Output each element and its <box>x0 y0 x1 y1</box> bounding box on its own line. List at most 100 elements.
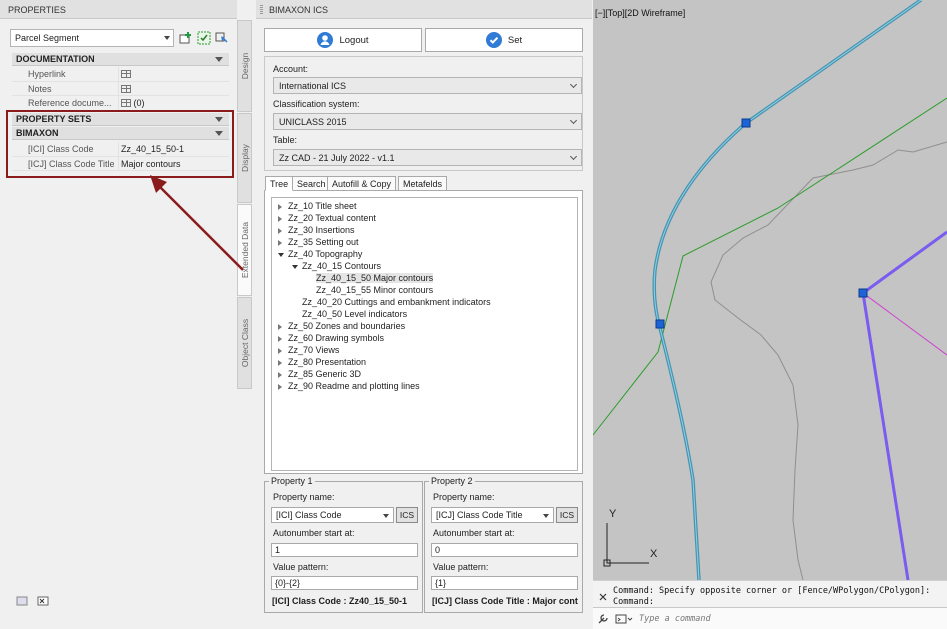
chevron-down-icon <box>569 80 578 89</box>
tree-item-selected[interactable]: Zz_40_15_50 Major contours <box>316 273 434 283</box>
property2-group: Property 2 Property name: [ICJ] Class Co… <box>424 476 583 613</box>
image-icon[interactable] <box>16 596 28 606</box>
ucs-icon <box>603 523 649 567</box>
expand-icon[interactable] <box>278 348 282 354</box>
expand-icon[interactable] <box>278 360 282 366</box>
expand-icon[interactable] <box>278 384 282 390</box>
property2-pattern-input[interactable]: {1} <box>431 576 578 590</box>
expand-icon[interactable] <box>278 216 282 222</box>
highlight-box <box>6 110 234 178</box>
chevron-down-icon <box>543 514 549 518</box>
bimaxon-panel: BIMAXON ICS Logout Set Account: Internat… <box>256 0 592 629</box>
property2-ics-button[interactable]: ICS <box>556 507 578 523</box>
magenta-line <box>862 292 947 356</box>
table-value: Zz CAD - 21 July 2022 - v1.1 <box>279 153 395 163</box>
property-row-notes[interactable]: Notes <box>12 81 229 96</box>
tab-search[interactable]: Search <box>292 176 331 191</box>
tab-object-class[interactable]: Object Class <box>237 297 252 389</box>
property-value <box>118 67 229 82</box>
documentation-section[interactable]: DOCUMENTATION <box>12 53 229 66</box>
property1-result: [ICI] Class Code : Zz40_15_50-1 <box>272 596 408 606</box>
tab-label: Design <box>239 52 250 80</box>
property1-name-value: [ICI] Class Code <box>276 510 342 520</box>
property-row-reference-documents[interactable]: Reference docume... (0) <box>12 96 229 111</box>
tree-item[interactable]: Zz_40_15 Contours <box>292 261 381 271</box>
collapse-icon <box>215 57 223 62</box>
property-name-label: Property name: <box>273 492 335 502</box>
tree-item[interactable]: Zz_90 Readme and plotting lines <box>278 381 420 391</box>
command-input-bar[interactable]: Type a command <box>593 607 947 629</box>
property2-result: [ICJ] Class Code Title : Major cont <box>432 596 578 606</box>
close-icon[interactable] <box>599 593 607 601</box>
tree-item[interactable]: Zz_30 Insertions <box>278 225 355 235</box>
tree-item[interactable]: Zz_70 Views <box>278 345 339 355</box>
tree-item[interactable]: Zz_35 Setting out <box>278 237 359 247</box>
select-objects-icon[interactable] <box>215 31 229 45</box>
property1-autonumber-input[interactable]: 1 <box>271 543 418 557</box>
add-selection-icon[interactable] <box>179 31 193 45</box>
expand-icon[interactable] <box>278 372 282 378</box>
viewport-controls-label[interactable]: [−][Top][2D Wireframe] <box>595 8 685 18</box>
table-dropdown[interactable]: Zz CAD - 21 July 2022 - v1.1 <box>273 149 582 166</box>
excel-icon[interactable] <box>37 596 49 606</box>
tab-autofill-copy[interactable]: Autofill & Copy <box>327 176 397 191</box>
reference-count: (0) <box>133 98 145 108</box>
collapse-icon[interactable] <box>292 265 298 269</box>
drawing-viewport[interactable]: [−][Top][2D Wireframe] Y X <box>593 0 947 580</box>
checkmark-icon <box>485 32 502 48</box>
grip-icon[interactable] <box>260 5 263 14</box>
tab-metafelds[interactable]: Metafelds <box>398 176 448 191</box>
tree-item[interactable]: Zz_50 Zones and boundaries <box>278 321 405 331</box>
object-type-value: Parcel Segment <box>15 33 80 43</box>
drawing-canvas[interactable] <box>593 0 947 580</box>
command-history-line: Command: <box>613 597 654 607</box>
tree-item[interactable]: Zz_20 Textual content <box>278 213 376 223</box>
account-dropdown[interactable]: International ICS <box>273 77 582 94</box>
command-prompt-icon[interactable] <box>615 614 633 624</box>
documentation-section-title: DOCUMENTATION <box>16 54 95 64</box>
logout-button[interactable]: Logout <box>264 28 422 52</box>
property-row-hyperlink[interactable]: Hyperlink <box>12 67 229 82</box>
customize-icon[interactable] <box>597 613 609 625</box>
tree-item[interactable]: Zz_60 Drawing symbols <box>278 333 384 343</box>
classification-dropdown[interactable]: UNICLASS 2015 <box>273 113 582 130</box>
ucs-x-label: X <box>650 548 658 560</box>
expand-icon[interactable] <box>278 204 282 210</box>
property1-ics-button[interactable]: ICS <box>396 507 418 523</box>
bimaxon-title-bar: BIMAXON ICS <box>256 0 592 19</box>
tree-item[interactable]: Zz_40_50 Level indicators <box>302 309 407 319</box>
quick-select-icon[interactable] <box>197 31 211 45</box>
tree-item[interactable]: Zz_85 Generic 3D <box>278 369 361 379</box>
object-type-dropdown[interactable]: Parcel Segment <box>10 29 174 47</box>
property2-name-dropdown[interactable]: [ICJ] Class Code Title <box>431 507 554 523</box>
property-name-label: Property name: <box>433 492 495 502</box>
tree-item[interactable]: Zz_40_20 Cuttings and embankment indicat… <box>302 297 491 307</box>
tree-item[interactable]: Zz_10 Title sheet <box>278 201 357 211</box>
expand-icon[interactable] <box>278 336 282 342</box>
purple-line <box>861 230 947 580</box>
property-key: Hyperlink <box>28 69 66 79</box>
grip-handle <box>858 288 868 298</box>
property1-pattern-input[interactable]: {0}-{2} <box>271 576 418 590</box>
chevron-down-icon <box>569 152 578 161</box>
set-button[interactable]: Set <box>425 28 583 52</box>
expand-icon[interactable] <box>278 324 282 330</box>
classification-tree[interactable]: Zz_10 Title sheet Zz_20 Textual content … <box>271 197 578 471</box>
command-input[interactable]: Type a command <box>639 614 711 624</box>
tab-design[interactable]: Design <box>237 20 252 112</box>
value-pattern-label: Value pattern: <box>433 562 489 572</box>
collapse-icon[interactable] <box>278 253 284 257</box>
tree-item[interactable]: Zz_40_15_55 Minor contours <box>316 285 433 295</box>
tree-item[interactable]: Zz_40 Topography <box>278 249 362 259</box>
expand-icon[interactable] <box>278 240 282 246</box>
tab-tree[interactable]: Tree <box>265 176 294 191</box>
tab-label: Display <box>239 144 250 172</box>
properties-title: PROPERTIES <box>0 0 237 19</box>
property1-name-dropdown[interactable]: [ICI] Class Code <box>271 507 394 523</box>
property2-legend: Property 2 <box>429 476 475 486</box>
properties-palette: PROPERTIES Parcel Segment DOCUMENTATION … <box>0 0 256 629</box>
user-icon <box>317 32 334 48</box>
expand-icon[interactable] <box>278 228 282 234</box>
property2-autonumber-input[interactable]: 0 <box>431 543 578 557</box>
tree-item[interactable]: Zz_80 Presentation <box>278 357 366 367</box>
